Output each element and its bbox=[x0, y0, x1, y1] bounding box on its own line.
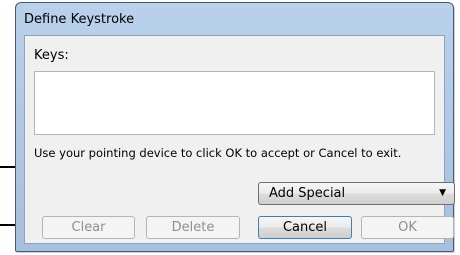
instruction-text: Use your pointing device to click OK to … bbox=[34, 146, 402, 160]
delete-button-label: Delete bbox=[171, 220, 215, 235]
keys-input[interactable] bbox=[35, 72, 434, 134]
clear-button-label: Clear bbox=[71, 220, 106, 235]
define-keystroke-dialog: Define Keystroke Keys: Use your pointing… bbox=[15, 2, 455, 252]
dialog-body: Keys: Use your pointing device to click … bbox=[24, 35, 455, 244]
add-special-dropdown[interactable]: Add Special ▼ bbox=[258, 182, 455, 205]
ok-button[interactable]: OK bbox=[361, 216, 454, 239]
keys-field[interactable] bbox=[34, 71, 435, 135]
cancel-button[interactable]: Cancel bbox=[258, 216, 352, 239]
delete-button[interactable]: Delete bbox=[146, 216, 240, 239]
cancel-button-label: Cancel bbox=[282, 220, 328, 235]
title-bar[interactable]: Define Keystroke bbox=[16, 3, 453, 35]
keys-label: Keys: bbox=[34, 48, 69, 63]
clear-button[interactable]: Clear bbox=[42, 216, 135, 239]
ok-button-label: OK bbox=[398, 220, 417, 235]
chevron-down-icon: ▼ bbox=[439, 188, 446, 198]
window-title: Define Keystroke bbox=[24, 12, 135, 27]
add-special-selected: Add Special bbox=[269, 186, 346, 201]
